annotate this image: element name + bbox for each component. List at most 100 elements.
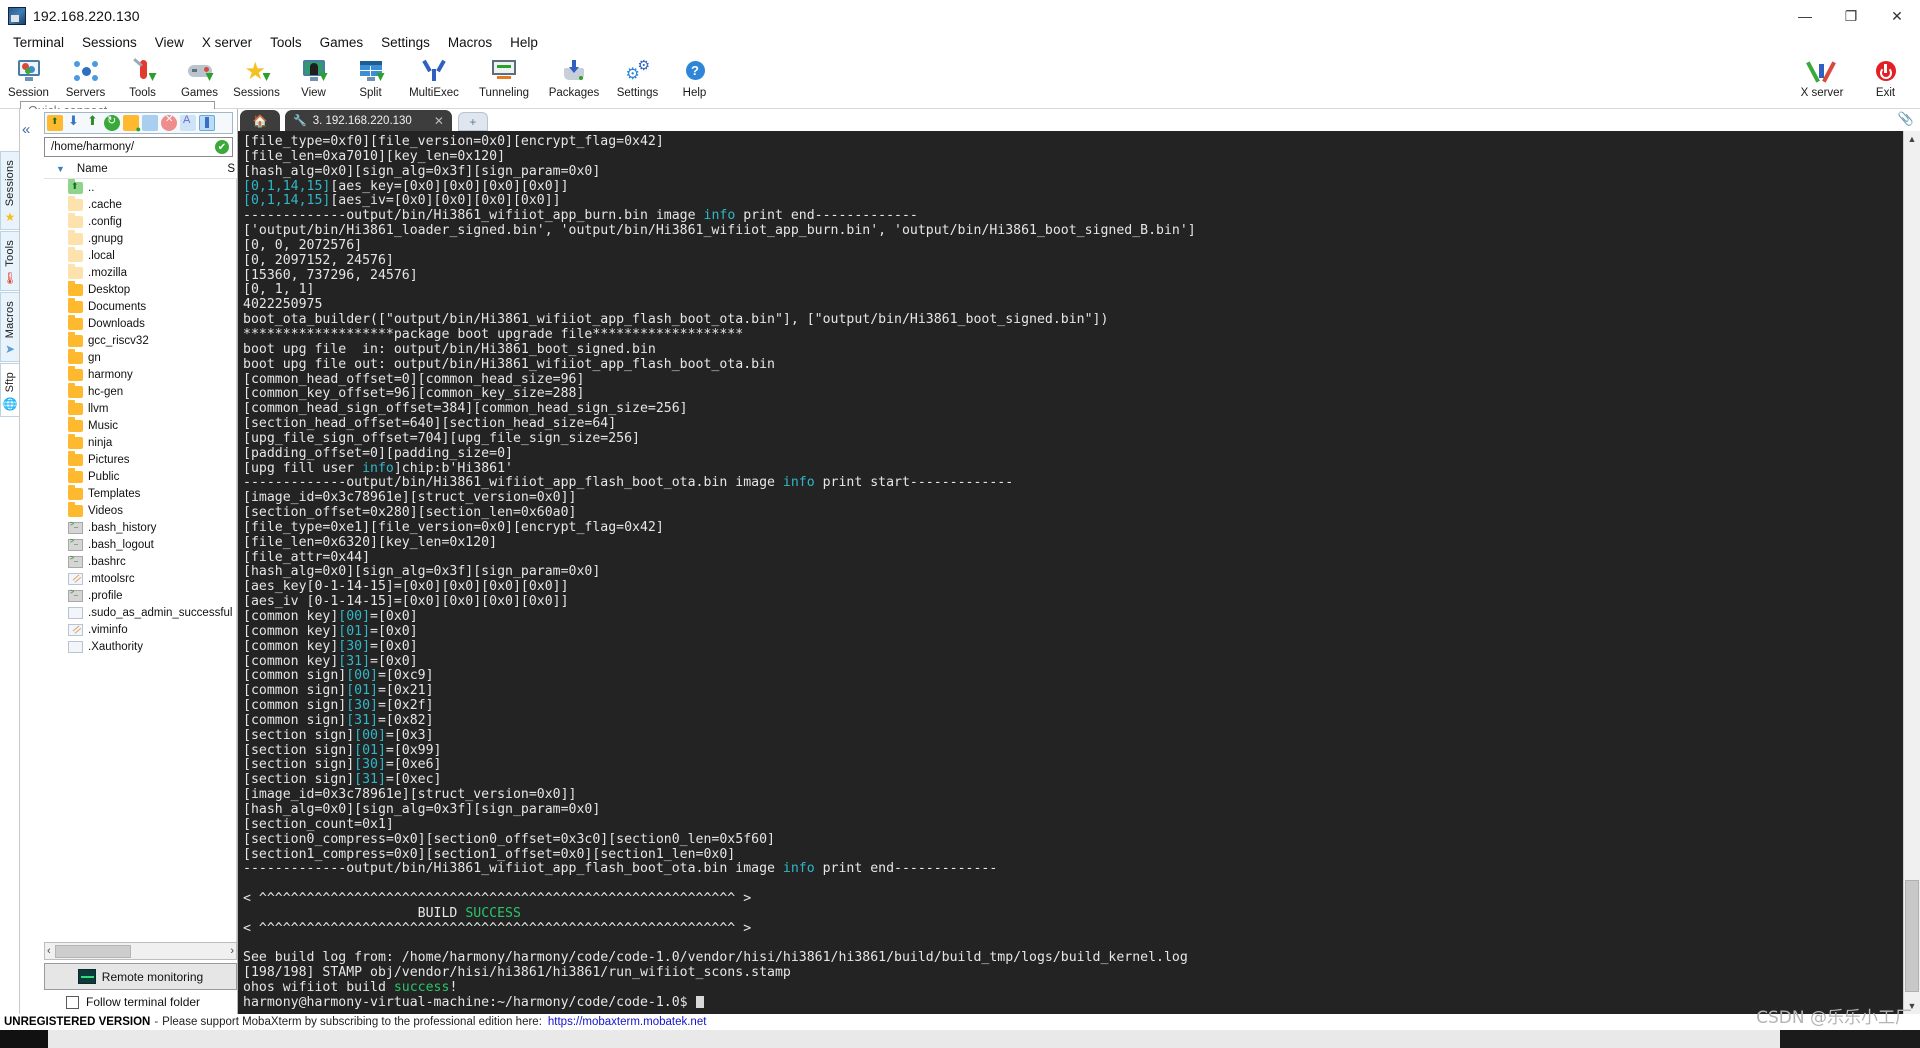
list-item[interactable]: .profile <box>44 587 236 604</box>
list-item[interactable]: Pictures <box>44 450 236 468</box>
terminal-scrollbar[interactable]: ▲ ▼ <box>1903 131 1920 1014</box>
toolbar-x-server[interactable]: X server <box>1787 55 1857 99</box>
list-item[interactable]: Desktop <box>44 280 236 298</box>
toolbar-help[interactable]: ? Help <box>666 55 723 99</box>
scrollbar-thumb[interactable] <box>54 944 131 958</box>
text-mode-icon[interactable]: A <box>180 114 196 131</box>
new-tab-button[interactable]: + <box>457 112 488 131</box>
list-item[interactable]: hc-gen <box>44 382 236 400</box>
toolbar-multiexec[interactable]: MultiExec <box>399 55 469 99</box>
list-item[interactable]: Music <box>44 416 236 434</box>
list-item[interactable]: .gnupg <box>44 229 236 247</box>
list-item[interactable]: .bashrc <box>44 553 236 570</box>
sftp-path-row[interactable]: ✔ <box>44 137 233 157</box>
list-item[interactable]: harmony <box>44 365 236 383</box>
sidebar-item-sessions[interactable]: Sessions ★ <box>0 151 19 231</box>
delete-icon[interactable]: ✕ <box>161 114 177 131</box>
toolbar-packages-label: Packages <box>548 87 600 99</box>
menu-help[interactable]: Help <box>501 34 547 51</box>
scroll-up-icon[interactable]: ▲ <box>1908 131 1917 147</box>
taskbar-tray[interactable] <box>1780 1030 1920 1048</box>
scroll-right-icon[interactable]: › <box>230 945 234 957</box>
toolbar-games[interactable]: Games <box>171 55 228 99</box>
sidebar-item-macros[interactable]: Macros ➤ <box>0 291 19 363</box>
menu-tools[interactable]: Tools <box>261 34 311 51</box>
mobaxterm-link[interactable]: https://mobaxterm.mobatek.net <box>548 1016 707 1028</box>
toolbar-tunneling[interactable]: Tunneling <box>469 55 539 99</box>
new-folder-icon[interactable]: ● <box>123 115 141 134</box>
column-header-name[interactable]: Name <box>77 163 108 175</box>
toolbar-settings[interactable]: ⚙ ⚙ Settings <box>609 55 666 99</box>
sftp-path-input[interactable] <box>49 140 215 154</box>
sftp-toolbar: ⬆ ⬇ ⬆ ↻ ● ✕ A <box>44 112 233 134</box>
file-list-horizontal-scrollbar[interactable]: ‹ › <box>44 942 237 960</box>
list-item[interactable]: Public <box>44 467 236 485</box>
toolbar-sessions[interactable]: ★ Sessions <box>228 55 285 100</box>
view-icon <box>299 58 329 86</box>
list-item[interactable]: gcc_riscv32 <box>44 331 236 349</box>
terminal-tab[interactable]: 🔧 3. 192.168.220.130 ✕ <box>285 110 452 131</box>
upload-icon[interactable]: ⬆ <box>85 113 101 131</box>
paperclip-icon[interactable]: 📎 <box>1898 111 1914 127</box>
column-header-size[interactable]: S <box>227 163 237 175</box>
list-item[interactable]: Downloads <box>44 314 236 332</box>
list-item[interactable]: .config <box>44 212 236 230</box>
file-list[interactable]: .. .cache .config .gnupg .local .mozilla… <box>44 179 237 942</box>
toolbar-servers[interactable]: Servers <box>57 55 114 99</box>
list-item[interactable]: .. <box>44 179 236 196</box>
taskbar-start[interactable] <box>0 1030 48 1048</box>
taskbar-search[interactable] <box>48 1030 328 1048</box>
download-icon[interactable]: ⬇ <box>66 113 82 131</box>
sidebar-item-sftp[interactable]: Sftp 🌐 <box>0 363 19 417</box>
toolbar-exit[interactable]: Exit <box>1857 55 1914 99</box>
menu-games[interactable]: Games <box>311 34 373 51</box>
follow-terminal-folder-checkbox[interactable] <box>66 995 79 1009</box>
list-item[interactable]: Videos <box>44 501 236 519</box>
toolbar-split[interactable]: Split <box>342 55 399 99</box>
file-name: .bashrc <box>88 555 126 568</box>
terminal-output[interactable]: [file_type=0xf0][file_version=0x0][encry… <box>238 131 1920 1014</box>
sidebar-item-tools[interactable]: Tools 🌡 <box>0 231 19 291</box>
list-item[interactable]: llvm <box>44 399 236 417</box>
list-item[interactable]: .Xauthority <box>44 638 236 655</box>
terminal-scrollbar-thumb[interactable] <box>1905 880 1919 992</box>
toolbar-view[interactable]: View <box>285 55 342 99</box>
menu-sessions[interactable]: Sessions <box>73 34 146 51</box>
window-controls: — ❐ ✕ <box>1782 0 1920 32</box>
list-item[interactable]: .cache <box>44 195 236 213</box>
list-item[interactable]: gn <box>44 348 236 366</box>
menu-view[interactable]: View <box>146 34 193 51</box>
list-item[interactable]: .bash_logout <box>44 536 236 553</box>
list-item[interactable]: ninja <box>44 433 236 451</box>
toolbar-tools[interactable]: Tools <box>114 55 171 99</box>
menu-x-server[interactable]: X server <box>193 34 261 51</box>
menu-settings[interactable]: Settings <box>372 34 439 51</box>
taskbar-items[interactable] <box>328 1030 1780 1048</box>
maximize-button[interactable]: ❐ <box>1828 0 1874 32</box>
close-button[interactable]: ✕ <box>1874 0 1920 32</box>
collapse-sidebar-icon[interactable]: « <box>22 121 30 138</box>
list-item[interactable]: .local <box>44 246 236 264</box>
toolbar-session[interactable]: Session <box>0 55 57 99</box>
list-item[interactable]: .sudo_as_admin_successful <box>44 604 236 621</box>
list-item[interactable]: Documents <box>44 297 236 315</box>
sort-descending-icon[interactable]: ▼ <box>56 164 65 174</box>
list-item[interactable]: .mozilla <box>44 263 236 281</box>
close-icon[interactable]: ✕ <box>434 114 444 128</box>
menu-macros[interactable]: Macros <box>439 34 501 51</box>
menu-terminal[interactable]: Terminal <box>4 34 73 51</box>
list-item[interactable]: Templates <box>44 484 236 502</box>
new-file-icon[interactable] <box>142 115 158 131</box>
follow-terminal-folder-row[interactable]: Follow terminal folder <box>44 990 237 1014</box>
parent-folder-icon[interactable]: ⬆ <box>47 115 63 131</box>
toolbar-packages[interactable]: Packages <box>539 55 609 99</box>
scroll-left-icon[interactable]: ‹ <box>47 945 51 957</box>
list-item[interactable]: .bash_history <box>44 519 236 536</box>
remote-monitoring-button[interactable]: Remote monitoring <box>44 963 237 990</box>
list-item[interactable]: .viminfo <box>44 621 236 638</box>
home-tab-button[interactable]: 🏠 <box>240 110 280 131</box>
bookmark-icon[interactable] <box>199 115 215 131</box>
list-item[interactable]: .mtoolsrc <box>44 570 236 587</box>
minimize-button[interactable]: — <box>1782 0 1828 32</box>
refresh-icon[interactable]: ↻ <box>104 115 120 131</box>
